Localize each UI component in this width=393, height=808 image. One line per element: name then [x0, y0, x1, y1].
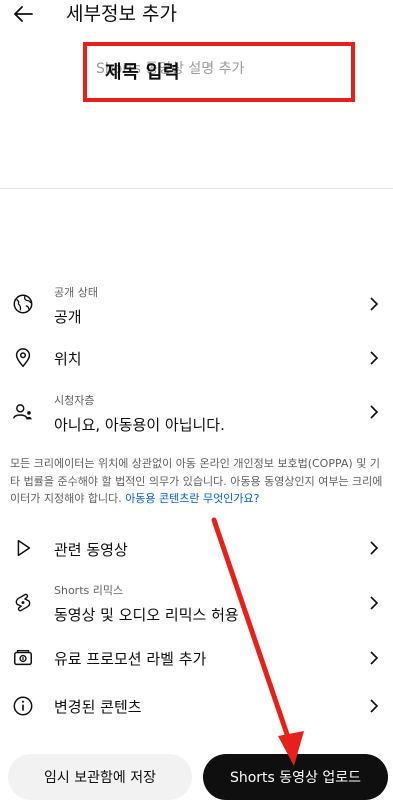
- audience-label: 시청자층: [54, 394, 95, 407]
- chevron-right-icon: [370, 541, 379, 555]
- shorts-remix-icon: [15, 593, 31, 612]
- remix-value: 동영상 및 오디오 리믹스 허용: [54, 606, 239, 624]
- chevron-right-icon: [370, 596, 379, 610]
- related-video-label: 관련 동영상: [54, 541, 128, 559]
- save-draft-button[interactable]: 임시 보관함에 저장: [8, 754, 192, 800]
- location-pin-icon: [15, 348, 31, 368]
- altered-content-label: 변경된 콘텐츠: [54, 698, 142, 716]
- chevron-right-icon: [370, 651, 379, 665]
- bottom-bar-fade: [0, 736, 393, 754]
- remix-label: Shorts 리믹스: [54, 584, 124, 597]
- page-title: 세부정보 추가: [66, 3, 177, 25]
- play-icon: [17, 539, 31, 557]
- chevron-right-icon: [370, 699, 379, 713]
- audience-icon: [13, 404, 32, 420]
- chevron-right-icon: [370, 351, 379, 365]
- remix-row[interactable]: Shorts 리믹스 동영상 및 오디오 리믹스 허용: [0, 578, 393, 630]
- back-button[interactable]: [10, 2, 38, 26]
- globe-icon: [13, 294, 33, 314]
- visibility-value: 공개: [54, 308, 82, 326]
- arrow-left-icon: [14, 6, 33, 22]
- visibility-label: 공개 상태: [54, 286, 98, 299]
- chevron-right-icon: [370, 297, 379, 311]
- title-input[interactable]: [96, 58, 336, 80]
- info-icon: [13, 696, 33, 716]
- related-video-row[interactable]: 관련 동영상: [0, 530, 393, 566]
- location-label: 위치: [54, 350, 82, 368]
- audience-value: 아니요, 아동용이 아닙니다.: [54, 416, 225, 434]
- chevron-right-icon: [370, 405, 379, 419]
- paid-promotion-icon: [14, 650, 32, 666]
- coppa-notice: 모든 크리에이터는 위치에 상관없이 아동 온라인 개인정보 보호법(COPPA…: [10, 455, 388, 508]
- divider: [0, 188, 393, 189]
- location-row[interactable]: 위치: [0, 340, 393, 376]
- upload-shorts-button[interactable]: Shorts 동영상 업로드: [203, 754, 388, 800]
- title-input-container: [86, 44, 349, 96]
- kids-content-help-link[interactable]: 아동용 콘텐츠란 무엇인가요?: [125, 492, 259, 505]
- altered-content-row[interactable]: 변경된 콘텐츠: [0, 688, 393, 724]
- visibility-row[interactable]: 공개 상태 공개: [0, 280, 393, 332]
- paid-promotion-row[interactable]: 유료 프로모션 라벨 추가: [0, 640, 393, 676]
- audience-row[interactable]: 시청자층 아니요, 아동용이 아닙니다.: [0, 388, 393, 440]
- paid-promotion-label: 유료 프로모션 라벨 추가: [54, 650, 207, 668]
- top-app-bar: 세부정보 추가: [0, 0, 393, 36]
